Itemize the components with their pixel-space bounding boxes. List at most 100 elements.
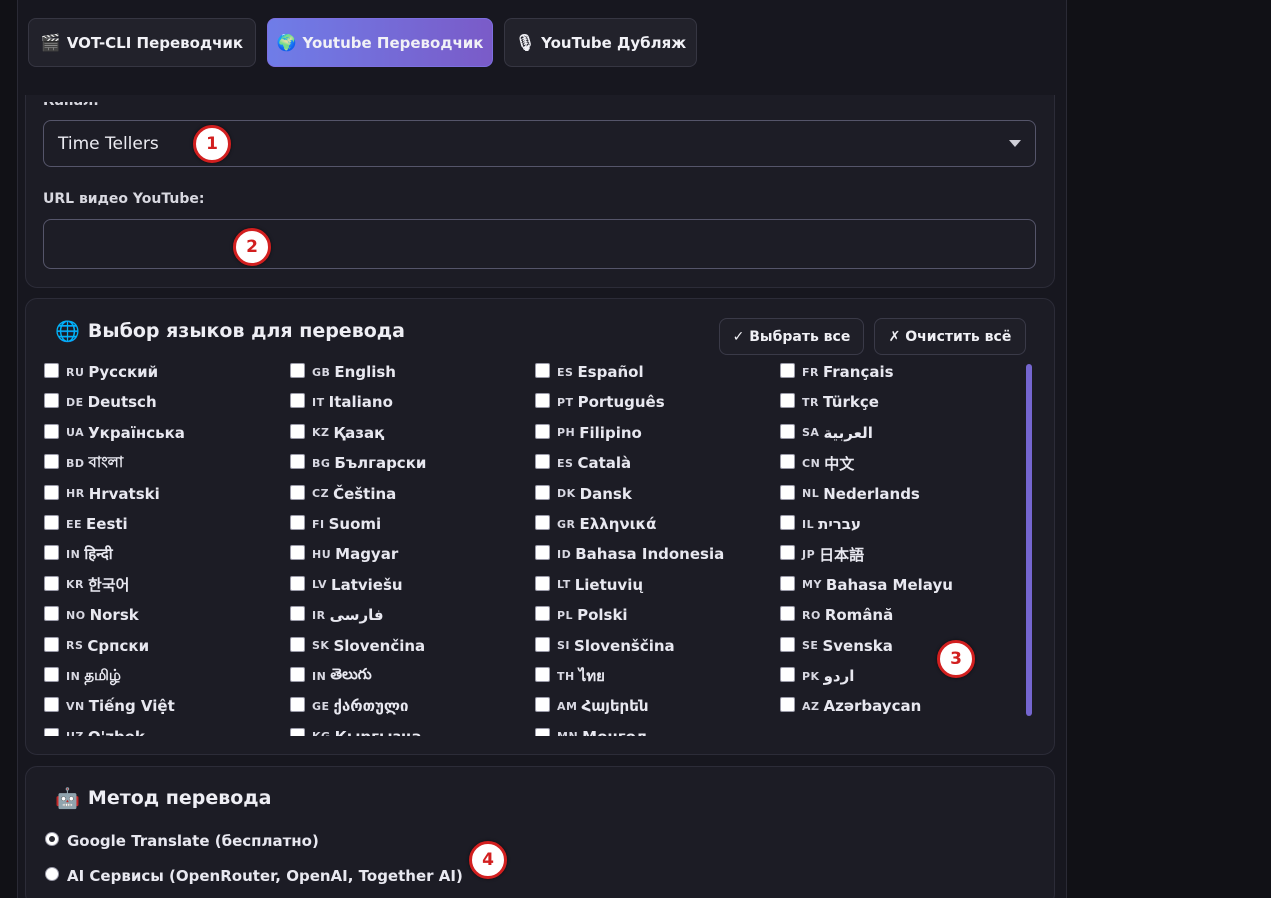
- language-option[interactable]: NL Nederlands: [780, 483, 920, 505]
- channel-select[interactable]: Time Tellers: [43, 120, 1036, 167]
- language-option[interactable]: DK Dansk: [535, 483, 632, 505]
- language-option[interactable]: JP 日本語: [780, 543, 864, 565]
- language-checkbox[interactable]: [44, 545, 59, 561]
- language-option[interactable]: GB English: [290, 361, 396, 383]
- language-checkbox[interactable]: [535, 363, 550, 378]
- language-option[interactable]: PL Polski: [535, 604, 628, 626]
- language-checkbox[interactable]: [44, 667, 59, 682]
- language-checkbox[interactable]: [535, 727, 550, 736]
- language-option[interactable]: CZ Čeština: [290, 483, 396, 505]
- language-option[interactable]: IR فارسی: [290, 604, 384, 626]
- language-checkbox[interactable]: [290, 727, 305, 736]
- language-option[interactable]: MY Bahasa Melayu: [780, 574, 953, 596]
- language-checkbox[interactable]: [535, 515, 550, 530]
- language-checkbox[interactable]: [44, 606, 59, 622]
- radio-ai-services[interactable]: AI Сервисы (OpenRouter, OpenAI, Together…: [45, 867, 463, 885]
- language-checkbox[interactable]: [44, 454, 59, 470]
- language-checkbox[interactable]: [535, 575, 550, 591]
- language-checkbox[interactable]: [290, 545, 305, 561]
- language-option[interactable]: ES Español: [535, 361, 644, 383]
- language-option[interactable]: BD বাংলা: [44, 452, 123, 474]
- language-option[interactable]: RU Русский: [44, 361, 158, 383]
- select-all-button[interactable]: ✓ Выбрать все: [719, 318, 864, 355]
- language-option[interactable]: RS Српски: [44, 635, 149, 657]
- language-checkbox[interactable]: [290, 697, 305, 713]
- language-checkbox[interactable]: [535, 606, 550, 622]
- language-option[interactable]: IN తెలుగు: [290, 665, 372, 687]
- language-checkbox[interactable]: [535, 636, 550, 652]
- language-option[interactable]: KG Кыргызча: [290, 726, 422, 736]
- language-option[interactable]: GR Ελληνικά: [535, 513, 656, 535]
- language-checkbox[interactable]: [290, 606, 305, 622]
- language-checkbox[interactable]: [44, 697, 59, 713]
- language-checkbox[interactable]: [535, 484, 550, 500]
- language-checkbox[interactable]: [780, 515, 795, 530]
- language-option[interactable]: KZ Қазақ: [290, 422, 384, 444]
- language-checkbox[interactable]: [535, 667, 550, 682]
- language-checkbox[interactable]: [290, 454, 305, 470]
- language-option[interactable]: AM Հայերեն: [535, 695, 648, 717]
- language-option[interactable]: ES Català: [535, 452, 631, 474]
- language-checkbox[interactable]: [780, 454, 795, 470]
- language-checkbox[interactable]: [535, 393, 550, 409]
- language-checkbox[interactable]: [535, 454, 550, 470]
- language-checkbox[interactable]: [780, 423, 795, 439]
- language-option[interactable]: CN 中文: [780, 452, 854, 474]
- language-checkbox[interactable]: [44, 423, 59, 439]
- language-checkbox[interactable]: [44, 575, 59, 591]
- language-option[interactable]: SI Slovenščina: [535, 635, 675, 657]
- language-checkbox[interactable]: [44, 393, 59, 409]
- language-checkbox[interactable]: [290, 515, 305, 530]
- clear-all-button[interactable]: ✗ Очистить всё: [874, 318, 1026, 355]
- language-option[interactable]: GE ქართული: [290, 695, 408, 717]
- tab-youtube-dubbing[interactable]: 🎙 YouTube Дубляж: [504, 18, 697, 67]
- language-checkbox[interactable]: [290, 484, 305, 500]
- language-option[interactable]: PK اردو: [780, 665, 854, 687]
- language-checkbox[interactable]: [780, 545, 795, 561]
- language-option[interactable]: SE Svenska: [780, 635, 893, 657]
- language-checkbox[interactable]: [290, 636, 305, 652]
- language-checkbox[interactable]: [290, 363, 305, 378]
- language-option[interactable]: AZ Azərbaycan: [780, 695, 921, 717]
- language-option[interactable]: IN हिन्दी: [44, 543, 113, 565]
- language-option[interactable]: PT Português: [535, 391, 665, 413]
- language-checkbox[interactable]: [290, 575, 305, 591]
- language-option[interactable]: IT Italiano: [290, 391, 393, 413]
- radio-button[interactable]: [45, 832, 59, 846]
- language-option[interactable]: KR 한국어: [44, 574, 129, 596]
- language-checkbox[interactable]: [780, 636, 795, 652]
- language-option[interactable]: PH Filipino: [535, 422, 642, 444]
- language-option[interactable]: VN Tiếng Việt: [44, 695, 175, 717]
- language-checkbox[interactable]: [290, 393, 305, 409]
- language-option[interactable]: LV Latviešu: [290, 574, 403, 596]
- language-option[interactable]: LT Lietuvių: [535, 574, 643, 596]
- language-option[interactable]: DE Deutsch: [44, 391, 157, 413]
- tab-youtube-translator[interactable]: 🌍 Youtube Переводчик: [267, 18, 493, 67]
- language-option[interactable]: EE Eesti: [44, 513, 128, 535]
- language-checkbox[interactable]: [780, 606, 795, 622]
- radio-google-translate[interactable]: Google Translate (бесплатно): [45, 832, 319, 850]
- language-option[interactable]: RO Română: [780, 604, 893, 626]
- language-checkbox[interactable]: [44, 515, 59, 530]
- language-option[interactable]: FI Suomi: [290, 513, 381, 535]
- language-checkbox[interactable]: [780, 575, 795, 591]
- language-checkbox[interactable]: [535, 423, 550, 439]
- language-checkbox[interactable]: [44, 727, 59, 736]
- scrollbar[interactable]: [1026, 364, 1032, 716]
- language-option[interactable]: SA العربية: [780, 422, 873, 444]
- language-option[interactable]: ID Bahasa Indonesia: [535, 543, 724, 565]
- language-option[interactable]: TR Türkçe: [780, 391, 879, 413]
- language-option[interactable]: UZ O'zbek: [44, 726, 145, 736]
- tab-vot-cli[interactable]: 🎬 VOT-CLI Переводчик: [28, 18, 256, 67]
- language-checkbox[interactable]: [290, 423, 305, 439]
- language-option[interactable]: IL עברית: [780, 513, 861, 535]
- language-checkbox[interactable]: [535, 545, 550, 561]
- language-option[interactable]: MN Монгол: [535, 726, 647, 736]
- radio-button[interactable]: [45, 867, 59, 881]
- language-checkbox[interactable]: [44, 484, 59, 500]
- language-option[interactable]: FR Français: [780, 361, 894, 383]
- language-checkbox[interactable]: [44, 363, 59, 378]
- language-checkbox[interactable]: [535, 697, 550, 713]
- language-option[interactable]: HU Magyar: [290, 543, 398, 565]
- language-option[interactable]: SK Slovenčina: [290, 635, 425, 657]
